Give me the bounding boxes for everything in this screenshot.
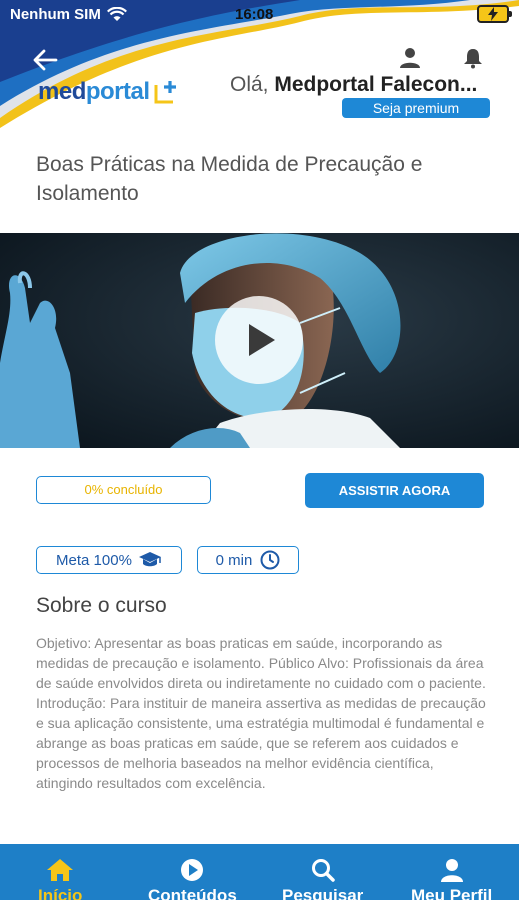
carrier-status: Nenhum SIM — [10, 6, 127, 23]
logo-plus-icon — [154, 81, 176, 104]
progress-indicator: 0% concluído — [36, 476, 211, 504]
wifi-icon — [106, 7, 127, 21]
profile-icon[interactable] — [399, 47, 421, 69]
nav-item-meu-perfil[interactable]: Meu Perfil — [411, 858, 492, 900]
status-time: 16:08 — [235, 6, 274, 23]
premium-button[interactable]: Seja premium — [342, 98, 490, 118]
play-button[interactable] — [215, 296, 303, 384]
course-title: Boas Práticas na Medida de Precaução e I… — [36, 153, 423, 205]
user-name: Medportal Falecon... — [274, 73, 478, 96]
goal-label: Meta 100% — [56, 551, 132, 569]
medportal-logo: medportal — [38, 78, 179, 106]
about-course-heading: Sobre o curso — [36, 594, 167, 617]
bottom-navigation: Início Conteúdos Pesquisar Meu Perfil — [0, 844, 519, 900]
bell-icon[interactable] — [462, 47, 484, 69]
charging-bolt-icon — [488, 7, 498, 21]
carrier-label: Nenhum SIM — [10, 6, 101, 23]
home-icon — [47, 859, 74, 881]
duration-badge: 0 min — [197, 546, 299, 574]
app-header: Nenhum SIM 16:08 medportal Olá, Medporta… — [0, 0, 519, 132]
goal-badge: Meta 100% — [36, 546, 182, 574]
graduation-cap-icon — [138, 552, 161, 567]
back-arrow-icon[interactable] — [32, 48, 58, 72]
greeting-text: Olá, Medportal Falecon... — [230, 73, 478, 96]
duration-label: 0 min — [215, 551, 253, 569]
nav-item-pesquisar[interactable]: Pesquisar — [282, 858, 363, 900]
battery-icon — [477, 5, 512, 23]
play-icon — [249, 324, 275, 356]
status-bar: Nenhum SIM 16:08 — [0, 0, 519, 30]
nav-label-inicio: Início — [38, 886, 83, 900]
watch-now-button[interactable]: ASSISTIR AGORA — [305, 473, 484, 508]
nav-label-pesquisar: Pesquisar — [282, 886, 364, 900]
nav-label-meu-perfil: Meu Perfil — [411, 886, 493, 900]
logo-med-text: med — [38, 78, 86, 105]
nav-item-inicio[interactable]: Início — [38, 858, 82, 900]
course-description: Objetivo: Apresentar as boas praticas em… — [36, 635, 486, 791]
logo-portal-text: portal — [85, 78, 150, 105]
clock-icon — [260, 550, 280, 570]
user-icon — [440, 859, 463, 882]
play-circle-icon — [181, 859, 204, 881]
nav-label-conteudos: Conteúdos — [148, 886, 237, 900]
nav-item-conteudos[interactable]: Conteúdos — [148, 858, 237, 900]
search-icon — [311, 859, 335, 882]
video-player[interactable] — [0, 233, 519, 448]
